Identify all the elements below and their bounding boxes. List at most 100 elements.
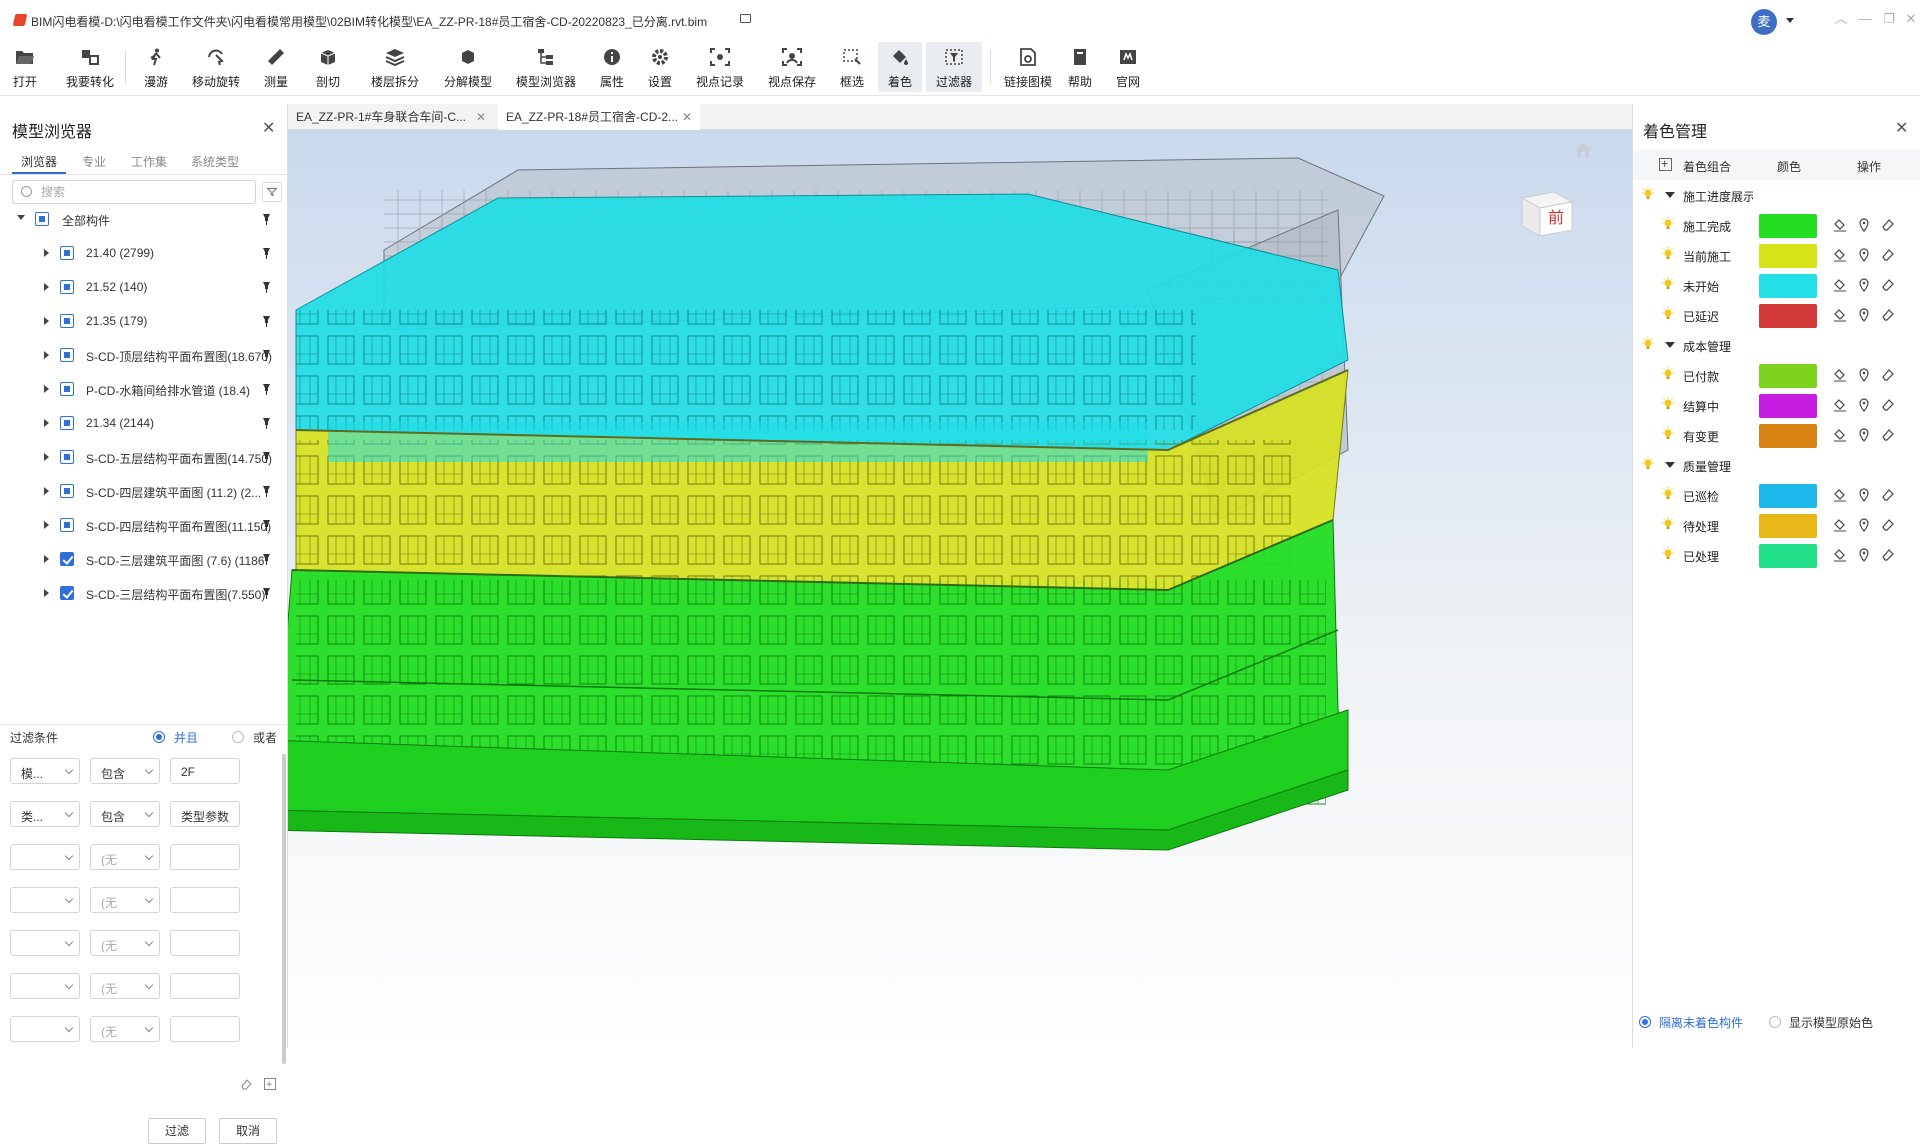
tree-checkbox[interactable] [60,450,74,464]
tree-item[interactable]: 21.34 (2144) [0,412,288,434]
scrollbar[interactable] [282,754,286,1064]
pin-icon[interactable] [262,247,271,259]
pin-icon[interactable] [262,519,271,531]
tree-checkbox[interactable] [60,552,74,566]
open-folder-icon[interactable] [740,14,751,23]
eraser-icon[interactable] [1881,428,1895,442]
chevron-right-icon[interactable] [44,351,49,359]
chevron-down-icon[interactable] [1786,18,1794,23]
pin-icon[interactable] [262,383,271,395]
locate-pin-icon[interactable] [1857,278,1871,292]
filter-field-select[interactable] [10,1016,80,1042]
color-item-row[interactable]: 已付款 [1633,360,1920,390]
tree-checkbox[interactable] [60,314,74,328]
chevron-down-icon[interactable] [1665,192,1675,198]
locate-pin-icon[interactable] [1857,548,1871,562]
tree-checkbox[interactable] [35,212,49,226]
color-item-row[interactable]: 结算中 [1633,390,1920,420]
tree-item[interactable]: P-CD-水箱间给排水管道 (18.4) [0,378,288,400]
bulb-icon[interactable] [1661,547,1675,561]
pin-icon[interactable] [262,451,271,463]
tree-item[interactable]: S-CD-三层结构平面布置图(7.550) [0,582,288,604]
chevron-down-icon[interactable] [1665,462,1675,468]
locate-pin-icon[interactable] [1857,218,1871,232]
bulb-icon[interactable] [1661,397,1675,411]
filter-value-input[interactable]: 类型参数 [170,801,240,827]
pin-icon[interactable] [262,485,271,497]
filter-field-select[interactable] [10,844,80,870]
tree-checkbox[interactable] [60,348,74,362]
chevron-right-icon[interactable] [44,589,49,597]
color-swatch[interactable] [1759,484,1817,508]
add-condition-icon[interactable] [264,1078,276,1090]
pin-icon[interactable] [262,553,271,565]
bulb-icon[interactable] [1641,337,1655,351]
pin-icon[interactable] [262,213,271,225]
tree-filter-icon[interactable] [262,182,282,202]
tree-checkbox[interactable] [60,246,74,260]
paint-bucket-icon[interactable] [1833,488,1847,502]
mode-or-radio[interactable] [232,731,244,743]
color-item-row[interactable]: 未开始 [1633,270,1920,300]
view-cube[interactable]: 前 [1516,180,1576,240]
link-drawing-button[interactable]: 链接图模 [996,42,1060,92]
color-swatch[interactable] [1759,304,1817,328]
bulb-icon[interactable] [1661,277,1675,291]
close-icon[interactable]: ✕ [476,104,486,130]
color-item-row[interactable]: 当前施工 [1633,240,1920,270]
original-color-label[interactable]: 显示模型原始色 [1789,1014,1873,1031]
color-item-row[interactable]: 施工完成 [1633,210,1920,240]
locate-pin-icon[interactable] [1857,488,1871,502]
viewpoint-save-button[interactable]: 视点保存 [760,42,824,92]
pin-icon[interactable] [262,281,271,293]
tree-item[interactable]: 21.35 (179) [0,310,288,332]
filter-value-input[interactable]: 2F [170,758,240,784]
tree-checkbox[interactable] [60,586,74,600]
bulb-icon[interactable] [1641,457,1655,471]
paint-bucket-icon[interactable] [1833,398,1847,412]
tree-item[interactable]: S-CD-五层结构平面布置图(14.750) [0,446,288,468]
tab-discipline[interactable]: 专业 [82,153,106,170]
chevron-right-icon[interactable] [44,385,49,393]
eraser-icon[interactable] [1881,248,1895,262]
chevron-right-icon[interactable] [44,249,49,257]
color-swatch[interactable] [1759,424,1817,448]
mode-and-radio[interactable] [153,731,165,743]
eraser-icon[interactable] [1881,368,1895,382]
open-button[interactable]: 打开 [2,42,48,92]
convert-button[interactable]: 我要转化 [60,42,120,92]
settings-button[interactable]: 设置 [640,42,680,92]
chevron-right-icon[interactable] [44,317,49,325]
original-color-radio[interactable] [1769,1016,1781,1028]
color-group-row[interactable]: 成本管理 [1633,330,1920,360]
paint-bucket-icon[interactable] [1833,368,1847,382]
tab-browser[interactable]: 浏览器 [21,153,57,170]
chevron-down-icon[interactable] [17,215,25,220]
chevron-right-icon[interactable] [44,555,49,563]
color-item-row[interactable]: 有变更 [1633,420,1920,450]
tree-item[interactable]: 21.40 (2799) [0,242,288,264]
bulb-icon[interactable] [1661,427,1675,441]
paint-bucket-icon[interactable] [1833,278,1847,292]
mode-or-label[interactable]: 或者 [253,729,277,746]
home-icon[interactable] [1574,142,1592,158]
tree-checkbox[interactable] [60,280,74,294]
tree-item[interactable]: S-CD-顶层结构平面布置图(18.670) [0,344,288,366]
model-browser-button[interactable]: 模型浏览器 [508,42,584,92]
tree-root[interactable]: 全部构件 [0,208,288,230]
filter-operator-select[interactable]: (无 [90,1016,160,1042]
filter-field-select[interactable]: 类... [10,801,80,827]
color-item-row[interactable]: 已巡检 [1633,480,1920,510]
eraser-icon[interactable] [1881,218,1895,232]
viewpoint-record-button[interactable]: 视点记录 [688,42,752,92]
pin-icon[interactable] [262,315,271,327]
tree-item[interactable]: S-CD-三层建筑平面图 (7.6) (1186 [0,548,288,570]
color-item-row[interactable]: 已延迟 [1633,300,1920,330]
pin-icon[interactable] [262,417,271,429]
filter-value-input[interactable] [170,973,240,999]
search-input[interactable] [41,184,241,200]
apply-filter-button[interactable]: 过滤 [148,1118,206,1144]
website-button[interactable]: 官网 [1108,42,1148,92]
bulb-icon[interactable] [1661,247,1675,261]
eraser-icon[interactable] [1881,398,1895,412]
